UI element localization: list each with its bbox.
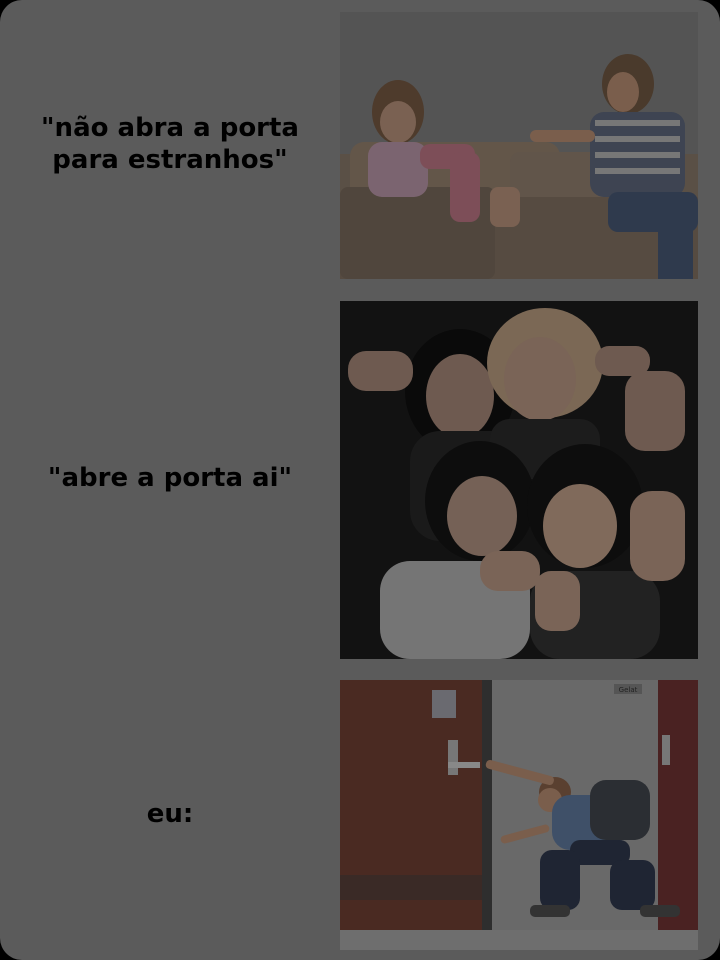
meme-frame: "não abra a porta para estranhos" "abre … [0, 0, 720, 960]
panel-image-mother-daughter [340, 12, 698, 279]
panel-image-group-photo [340, 301, 698, 659]
panel-caption: "abre a porta ai" [47, 463, 293, 493]
door-sign-text: Gelat [619, 686, 638, 694]
panel-caption: "não abra a porta para estranhos" [41, 113, 299, 175]
meme-panel-3: eu: Gelat [0, 670, 720, 960]
panel-image-door-kneel: Gelat [340, 680, 698, 950]
meme-panel-2: "abre a porta ai" [0, 290, 720, 670]
panel-caption: eu: [146, 799, 194, 829]
meme-panel-1: "não abra a porta para estranhos" [0, 0, 720, 290]
